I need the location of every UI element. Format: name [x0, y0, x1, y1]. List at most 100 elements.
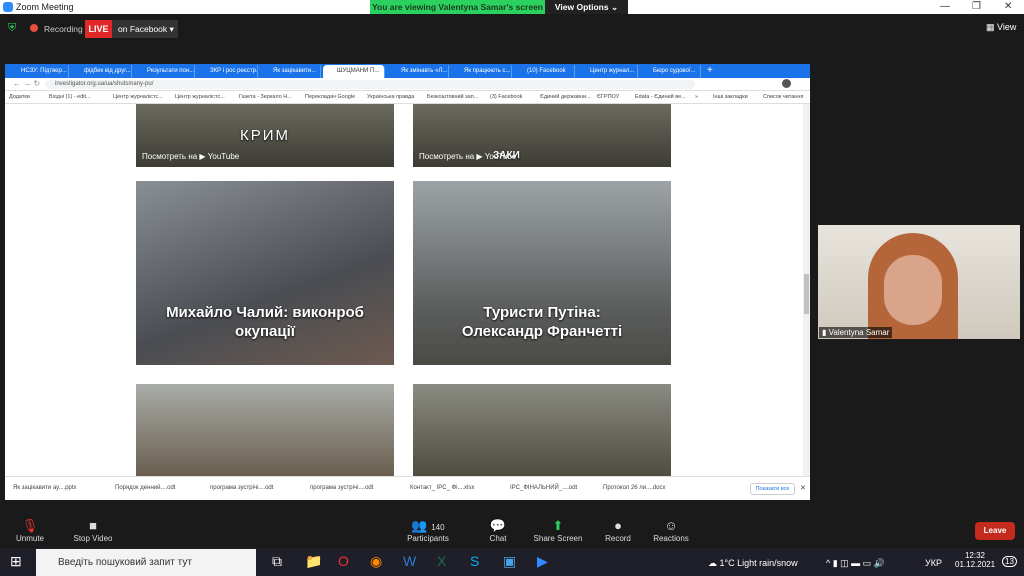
language-indicator[interactable]: УКР: [925, 558, 942, 568]
record-icon: ●: [614, 518, 622, 533]
back-icon[interactable]: ← → ↻: [13, 79, 40, 88]
bookmark[interactable]: Безкоштовний зап...: [427, 94, 478, 100]
weather-text: 1°C Light rain/snow: [719, 558, 798, 568]
reactions-icon: ☺: [664, 518, 678, 533]
bookmark[interactable]: (3) Facebook: [490, 94, 522, 100]
participants-icon: 👥 140: [411, 518, 445, 533]
video-card[interactable]: ЗАКИ Посмотреть на ▶ YouTube: [413, 104, 671, 167]
clock[interactable]: 12:32 01.12.2021: [955, 551, 995, 569]
taskbar-search[interactable]: Введіть пошуковий запит тут: [36, 549, 256, 576]
zoom-taskbar-icon[interactable]: ▶: [537, 553, 548, 570]
card-caption: Михайло Чалий: виконроб окупації: [166, 304, 364, 340]
leave-button[interactable]: Leave: [975, 522, 1015, 540]
stop-video-button[interactable]: ■ Stop Video: [63, 518, 123, 543]
download-item[interactable]: Порядок денний....odt: [115, 485, 175, 491]
browser-tab[interactable]: ЗКР і рос реєстр...: [196, 65, 258, 78]
download-item[interactable]: програма зустрічі....odt: [210, 485, 273, 491]
maximize-button[interactable]: ❐: [972, 1, 981, 12]
firefox-icon[interactable]: ◉: [370, 553, 382, 570]
bookmark[interactable]: Газета - Зеркало Н...: [239, 94, 292, 100]
word-icon[interactable]: W: [403, 553, 416, 569]
signal-icon: ▮: [822, 328, 829, 337]
page-content: КРИМ Посмотреть на ▶ YouTube ЗАКИ Посмот…: [5, 104, 803, 476]
scrollbar-thumb[interactable]: [804, 274, 809, 314]
stop-video-label: Stop Video: [73, 534, 113, 543]
article-card[interactable]: [136, 384, 394, 476]
participants-button[interactable]: 👥 140 Participants: [398, 518, 458, 543]
minimize-button[interactable]: —: [940, 1, 950, 12]
bookmark[interactable]: Вхідні (1) - edit...: [49, 94, 91, 100]
participants-label: Participants: [407, 534, 449, 543]
system-tray-icons[interactable]: ^ ▮ ◫ ▬ ▭ 🔊: [826, 558, 885, 569]
card-caption: КРИМ: [239, 127, 291, 144]
participant-video[interactable]: [818, 225, 1020, 339]
download-item[interactable]: Як зацікавити ау....pptx: [13, 485, 77, 491]
browser-tab[interactable]: Як змінавть «Л...: [387, 65, 449, 78]
article-card[interactable]: Туристи Путіна: Олександр Франчетті: [413, 181, 671, 365]
show-all-button[interactable]: Показати все: [750, 483, 795, 495]
reading-list[interactable]: Список читання: [763, 94, 803, 100]
shield-icon[interactable]: ⛨: [8, 22, 16, 35]
bookmark-folder[interactable]: Інші закладки: [713, 94, 748, 100]
time: 12:32: [964, 551, 986, 560]
view-button[interactable]: ▦ View: [986, 22, 1016, 33]
bookmark[interactable]: Додатки: [9, 94, 30, 100]
address-bar-row: ← → ↻ investigator.org.ua/ua/shutsmany-p…: [5, 78, 810, 91]
browser-tab[interactable]: Як працюють с...: [450, 65, 512, 78]
more-bookmarks[interactable]: »: [695, 94, 698, 100]
muted-mic-icon: 🎙: [21, 518, 39, 533]
photos-icon[interactable]: ▣: [503, 553, 516, 570]
browser-tab[interactable]: (10) Facebook: [513, 65, 575, 78]
share-screen-button[interactable]: ⬆ Share Screen: [528, 518, 588, 543]
download-item[interactable]: Контакт_ IPC_ Фі....xlsx: [410, 485, 475, 491]
bookmark[interactable]: Перекладач Google: [305, 94, 355, 100]
bookmark[interactable]: Центр журналістс...: [113, 94, 163, 100]
chat-button[interactable]: 💬 Chat: [468, 518, 528, 543]
url-field[interactable]: investigator.org.ua/ua/shutsmany-pu/: [45, 80, 695, 89]
skype-icon[interactable]: S: [470, 553, 479, 569]
start-button[interactable]: ⊞: [10, 553, 22, 570]
bookmark[interactable]: Єдиний державни...: [540, 94, 591, 100]
reactions-label: Reactions: [653, 534, 689, 543]
profile-avatar[interactable]: [782, 79, 791, 88]
browser-tab[interactable]: Результати пон...: [133, 65, 195, 78]
browser-tab-active[interactable]: ШУЦМАНИ П...: [323, 65, 385, 78]
browser-tab[interactable]: Центр журнал...: [576, 65, 638, 78]
article-card[interactable]: Михайло Чалий: виконроб окупації: [136, 181, 394, 365]
recording-label: Recording: [44, 24, 83, 34]
download-item[interactable]: програма зустрічі....odt: [310, 485, 373, 491]
share-screen-icon: ⬆: [552, 518, 564, 533]
weather-widget[interactable]: ☁ 1°C Light rain/snow: [708, 558, 798, 569]
bookmark[interactable]: Edata - Єдиний ве...: [635, 94, 686, 100]
opera-icon[interactable]: O: [338, 553, 349, 569]
bookmark[interactable]: Центр журналістс...: [175, 94, 225, 100]
new-tab-button[interactable]: +: [707, 65, 713, 76]
download-item[interactable]: Протокол 26 ли....docx: [603, 485, 665, 491]
cloud-icon: ☁: [708, 558, 720, 568]
zoom-logo-icon: [3, 2, 13, 12]
chat-icon: 💬: [489, 518, 507, 533]
bookmark[interactable]: Українська правда: [367, 94, 414, 100]
video-card[interactable]: КРИМ Посмотреть на ▶ YouTube: [136, 104, 394, 167]
excel-icon[interactable]: X: [437, 553, 446, 569]
view-options-button[interactable]: View Options ⌄: [545, 0, 628, 14]
close-button[interactable]: ✕: [1004, 1, 1012, 12]
task-view-icon[interactable]: ⧉: [272, 553, 282, 570]
file-explorer-icon[interactable]: 📁: [305, 553, 322, 570]
youtube-link[interactable]: Посмотреть на ▶ YouTube: [419, 152, 516, 161]
browser-tab[interactable]: Бюро судової...: [639, 65, 701, 78]
live-target-dropdown[interactable]: on Facebook ▾: [112, 20, 178, 38]
camera-icon: ■: [89, 518, 97, 533]
youtube-link[interactable]: Посмотреть на ▶ YouTube: [142, 152, 239, 161]
notifications-badge[interactable]: 13: [1002, 556, 1017, 567]
bookmark[interactable]: ЄГРПОУ: [597, 94, 619, 100]
article-card[interactable]: [413, 384, 671, 476]
unmute-button[interactable]: 🎙 Unmute: [0, 518, 60, 543]
browser-tab[interactable]: фідбек від друг...: [70, 65, 132, 78]
reactions-button[interactable]: ☺ Reactions: [641, 518, 701, 543]
close-downloads-icon[interactable]: ✕: [800, 484, 806, 492]
download-item[interactable]: IPC_ФІНАЛЬНИЙ_....odt: [510, 485, 577, 491]
record-button[interactable]: ● Record: [588, 518, 648, 543]
browser-tab[interactable]: Як зацікавити...: [259, 65, 321, 78]
browser-tab[interactable]: НСЗУ: Підтвер...: [7, 65, 69, 78]
